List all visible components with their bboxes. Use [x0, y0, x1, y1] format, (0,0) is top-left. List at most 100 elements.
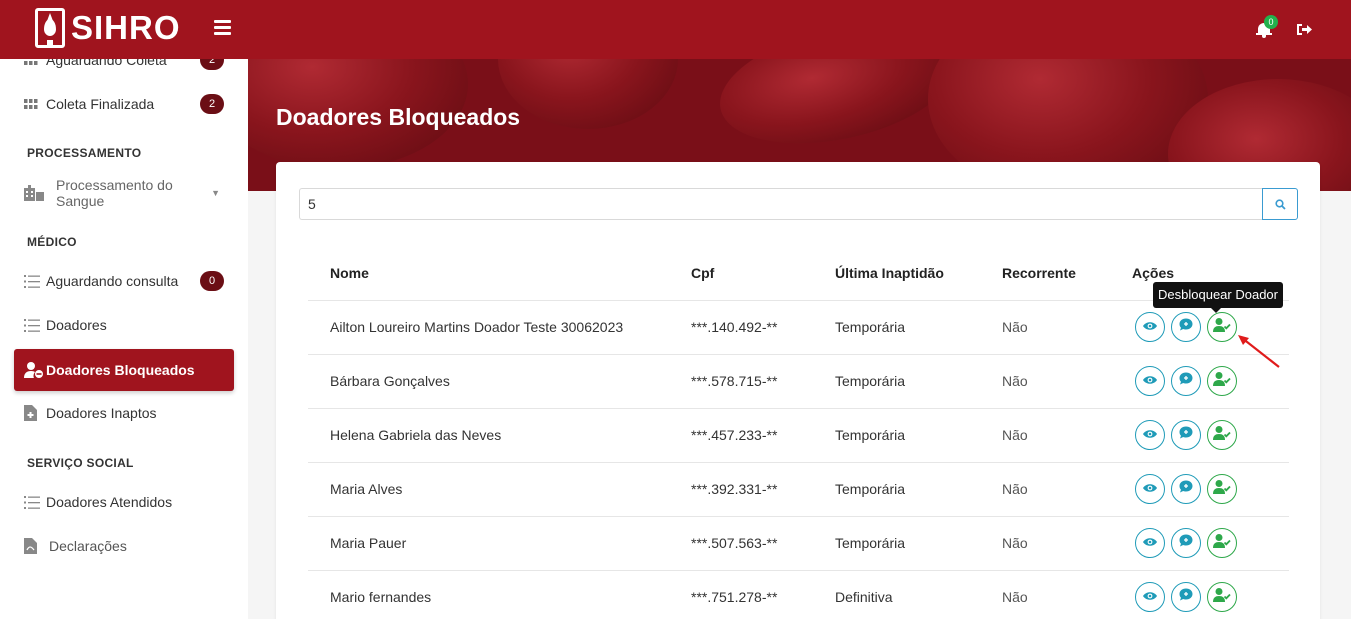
cell-ultima-inaptidao: Temporária — [835, 373, 906, 389]
unblock-donor-button[interactable] — [1207, 474, 1237, 504]
annotation-arrow-icon — [1238, 335, 1280, 368]
grid-icon — [14, 59, 46, 65]
cell-recorrente: Não — [1002, 373, 1028, 389]
cell-nome: Ailton Loureiro Martins Doador Teste 300… — [330, 319, 624, 335]
view-donor-button[interactable] — [1135, 366, 1165, 396]
sidebar-item-aguardando-coleta[interactable]: Aguardando Coleta 2 — [14, 59, 234, 81]
app-name: SIHRO — [71, 9, 181, 46]
cell-ultima-inaptidao: Definitiva — [835, 589, 893, 605]
cell-ultima-inaptidao: Temporária — [835, 535, 906, 551]
count-badge: 2 — [200, 59, 224, 70]
sidebar: Aguardando Coleta 2 Coleta Finalizada 2 … — [0, 59, 248, 619]
row-divider — [308, 516, 1289, 517]
sidebar-item-doadores-atendidos[interactable]: Doadores Atendidos — [14, 481, 234, 523]
unblock-donor-button[interactable] — [1207, 366, 1237, 396]
search-icon — [1274, 198, 1286, 210]
sidebar-item-label: Doadores Bloqueados — [46, 362, 195, 378]
eye-icon — [1143, 588, 1157, 606]
cell-ultima-inaptidao: Temporária — [835, 427, 906, 443]
section-header-processamento: PROCESSAMENTO — [27, 146, 142, 160]
donor-comments-button[interactable] — [1171, 474, 1201, 504]
donor-comments-button[interactable] — [1171, 420, 1201, 450]
sidebar-item-aguardando-consulta[interactable]: Aguardando consulta 0 — [14, 260, 234, 302]
blood-drop-logo-icon — [35, 8, 65, 48]
sidebar-item-doadores[interactable]: Doadores — [14, 304, 234, 346]
user-check-icon — [1213, 533, 1231, 553]
chat-icon — [1179, 426, 1193, 444]
unblock-donor-button[interactable] — [1207, 582, 1237, 612]
sidebar-item-doadores-bloqueados[interactable]: Doadores Bloqueados — [14, 349, 234, 391]
cell-ultima-inaptidao: Temporária — [835, 481, 906, 497]
sidebar-item-doadores-inaptos[interactable]: Doadores Inaptos — [14, 392, 234, 434]
view-donor-button[interactable] — [1135, 528, 1165, 558]
unblock-donor-tooltip: Desbloquear Doador — [1153, 282, 1283, 313]
chat-icon — [1179, 372, 1193, 390]
eye-icon — [1143, 534, 1157, 552]
notification-count-badge: 0 — [1264, 15, 1278, 29]
eye-icon — [1143, 318, 1157, 336]
section-header-medico: MÉDICO — [27, 235, 77, 249]
top-bar: SIHRO 0 — [0, 0, 1351, 59]
list-icon — [14, 318, 46, 332]
list-icon — [14, 274, 46, 288]
app-logo[interactable]: SIHRO — [35, 8, 181, 48]
unblock-donor-button[interactable] — [1207, 420, 1237, 450]
donor-comments-button[interactable] — [1171, 312, 1201, 342]
sidebar-item-declaracoes[interactable]: Declarações — [14, 525, 234, 567]
chat-icon — [1179, 318, 1193, 336]
user-check-icon — [1213, 371, 1231, 391]
search-input[interactable] — [299, 188, 1263, 220]
cell-recorrente: Não — [1002, 319, 1028, 335]
sign-out-icon[interactable] — [1296, 23, 1312, 36]
page-title: Doadores Bloqueados — [276, 104, 521, 130]
section-header-servico-social: SERVIÇO SOCIAL — [27, 456, 134, 470]
sidebar-item-coleta-finalizada[interactable]: Coleta Finalizada 2 — [14, 83, 234, 125]
sidebar-item-label: Doadores Atendidos — [46, 494, 173, 510]
cell-recorrente: Não — [1002, 589, 1028, 605]
view-donor-button[interactable] — [1135, 312, 1165, 342]
view-donor-button[interactable] — [1135, 582, 1165, 612]
donor-comments-button[interactable] — [1171, 528, 1201, 558]
sidebar-item-label: Aguardando consulta — [46, 273, 179, 289]
row-divider — [308, 570, 1289, 571]
search-button[interactable] — [1262, 188, 1298, 220]
column-header-ultima-inaptidao: Última Inaptidão — [835, 265, 944, 281]
view-donor-button[interactable] — [1135, 420, 1165, 450]
column-header-recorrente: Recorrente — [1002, 265, 1076, 281]
unblock-donor-button[interactable] — [1207, 312, 1237, 342]
cell-nome: Helena Gabriela das Neves — [330, 427, 502, 443]
unblock-donor-button[interactable] — [1207, 528, 1237, 558]
cell-cpf: ***.140.492-** — [691, 319, 778, 335]
hospital-icon — [14, 185, 46, 201]
column-header-nome: Nome — [330, 265, 369, 281]
column-header-acoes: Ações — [1132, 265, 1175, 281]
file-medical-icon — [14, 405, 46, 421]
cell-nome: Bárbara Gonçalves — [330, 373, 450, 389]
menu-toggle-icon[interactable] — [214, 20, 231, 35]
row-divider — [308, 408, 1289, 409]
sidebar-item-label: Coleta Finalizada — [46, 96, 155, 112]
sidebar-item-processamento-sangue[interactable]: Processamento do Sangue ▼ — [14, 172, 234, 214]
list-icon — [14, 495, 46, 509]
grid-icon — [14, 99, 46, 109]
chat-icon — [1179, 480, 1193, 498]
cell-cpf: ***.507.563-** — [691, 535, 778, 551]
content-card — [276, 162, 1320, 619]
donor-comments-button[interactable] — [1171, 366, 1201, 396]
cell-cpf: ***.457.233-** — [691, 427, 778, 443]
chat-icon — [1179, 588, 1193, 606]
eye-icon — [1143, 372, 1157, 390]
cell-cpf: ***.392.331-** — [691, 481, 778, 497]
cell-ultima-inaptidao: Temporária — [835, 319, 906, 335]
user-check-icon — [1213, 425, 1231, 445]
sidebar-item-label: Doadores — [46, 317, 107, 333]
user-check-icon — [1213, 317, 1231, 337]
view-donor-button[interactable] — [1135, 474, 1165, 504]
cell-cpf: ***.578.715-** — [691, 373, 778, 389]
donor-comments-button[interactable] — [1171, 582, 1201, 612]
sidebar-item-label: Aguardando Coleta — [46, 59, 167, 68]
cell-cpf: ***.751.278-** — [691, 589, 778, 605]
cell-recorrente: Não — [1002, 427, 1028, 443]
cell-recorrente: Não — [1002, 535, 1028, 551]
sidebar-item-label: Declarações — [49, 538, 127, 554]
